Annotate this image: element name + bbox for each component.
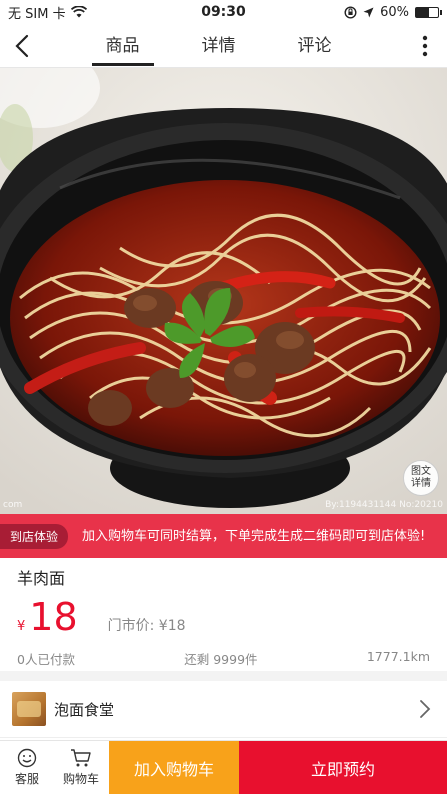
- chevron-left-icon: [15, 34, 29, 57]
- product-meta: 0人已付款 还剩 9999件 1777.1km: [17, 649, 430, 668]
- tab-reviews[interactable]: 评论: [284, 26, 346, 66]
- cart-label: 购物车: [62, 772, 99, 786]
- status-left: 无 SIM 卡: [8, 3, 158, 22]
- price-currency: ¥: [17, 619, 26, 634]
- battery-icon: [415, 6, 442, 18]
- noodle-bowl-illustration: [0, 68, 447, 514]
- tab-list: 商品 详情 评论: [44, 26, 393, 66]
- paid-count: 0人已付款: [17, 652, 75, 667]
- add-to-cart-button[interactable]: 加入购物车: [109, 741, 239, 794]
- product-price: 18: [29, 595, 78, 639]
- status-time: 09:30: [201, 4, 246, 20]
- status-right: 60%: [289, 4, 442, 20]
- promo-banner: 到店体验 加入购物车可同时结算，下单完成生成二维码即可到店体验!: [0, 514, 447, 558]
- status-bar: 无 SIM 卡 09:30 60%: [0, 0, 447, 24]
- shop-logo: [12, 692, 46, 726]
- promo-tag: 到店体验: [0, 523, 69, 549]
- chevron-right-icon: [415, 694, 435, 724]
- image-detail-label: 图文 详情: [411, 466, 431, 489]
- nav-bar: 商品 详情 评论: [0, 24, 447, 68]
- image-detail-button[interactable]: 图文 详情: [403, 460, 439, 496]
- tab-product[interactable]: 商品: [91, 26, 154, 66]
- customer-service-label: 客服: [14, 772, 39, 786]
- stock-remaining: 还剩 9999件: [184, 652, 258, 667]
- cart-button[interactable]: 购物车: [54, 741, 108, 794]
- product-image[interactable]: 图文 详情 com By:1194431144 No:20210: [0, 68, 447, 514]
- battery-fill: [416, 7, 430, 17]
- back-button[interactable]: [0, 24, 44, 68]
- section-divider: [0, 671, 447, 681]
- more-button[interactable]: [403, 24, 447, 68]
- watermark-right: By:1194431144 No:20210: [325, 500, 443, 510]
- promo-text: 加入购物车可同时结算，下单完成生成二维码即可到店体验!: [82, 528, 426, 544]
- shop-name: 泡面食堂: [54, 700, 115, 719]
- battery-percent: 60%: [380, 4, 409, 20]
- watermark-left: com: [3, 500, 23, 510]
- smiley-icon: [17, 748, 37, 768]
- distance: 1777.1km: [366, 649, 430, 664]
- wifi-icon: [70, 6, 87, 18]
- shop-row[interactable]: 泡面食堂: [0, 681, 447, 738]
- tab-details[interactable]: 详情: [188, 26, 250, 66]
- orientation-lock-icon: [344, 5, 357, 19]
- customer-service-button[interactable]: 客服: [0, 741, 54, 794]
- product-name: 羊肉面: [17, 569, 66, 588]
- location-arrow-icon: [363, 7, 374, 17]
- carrier-text: 无 SIM 卡: [8, 6, 66, 22]
- price-row: ¥ 18 门市价: ¥18: [17, 595, 430, 639]
- product-info: 羊肉面 ¥ 18 门市价: ¥18 0人已付款 还剩 9999件 1777.1k…: [0, 558, 447, 671]
- original-price: 门市价: ¥18: [107, 618, 186, 634]
- more-vertical-icon: [422, 35, 428, 56]
- shopping-cart-icon: [71, 749, 91, 767]
- bottom-action-bar: 客服 购物车 加入购物车 立即预约: [0, 740, 447, 794]
- book-now-button[interactable]: 立即预约: [239, 741, 447, 794]
